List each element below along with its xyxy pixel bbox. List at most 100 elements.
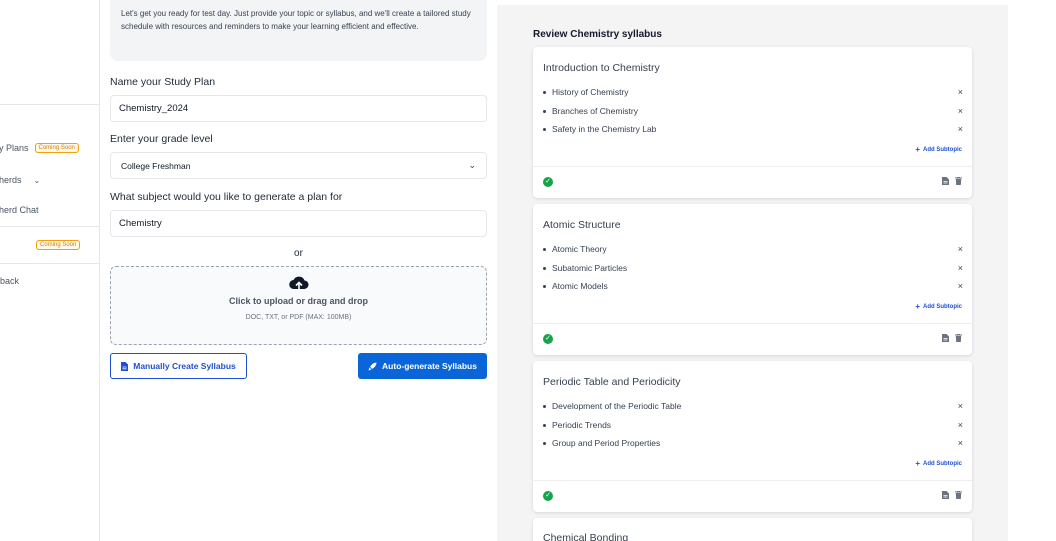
document-icon[interactable] <box>942 177 949 185</box>
subtopic-item: Branches of Chemistry × <box>543 106 963 116</box>
subject-value: Chemistry <box>119 218 162 229</box>
syllabus-card: Introduction to Chemistry History of Che… <box>533 47 972 198</box>
close-icon[interactable]: × <box>958 438 963 448</box>
grade-level-value: College Freshman <box>121 160 191 171</box>
chevron-down-icon: ⌄ <box>468 160 476 170</box>
study-plan-form: Let's get you ready for test day. Just p… <box>100 0 497 541</box>
subtopic-label: Periodic Trends <box>552 420 612 430</box>
add-subtopic-button[interactable]: + Add Subtopic <box>915 145 962 154</box>
sidebar-item-study-plans[interactable]: y Plans Coming Soon <box>0 143 79 153</box>
intro-text: Let's get you ready for test day. Just p… <box>110 0 487 61</box>
subtopic-item: Atomic Models × <box>543 281 963 291</box>
sidebar-item-label: y Plans <box>0 143 29 153</box>
bullet <box>543 441 546 445</box>
plus-icon: + <box>915 302 920 311</box>
close-icon[interactable]: × <box>958 401 963 411</box>
subtopic-label: Group and Period Properties <box>552 438 661 448</box>
close-icon[interactable]: × <box>958 87 963 97</box>
subtopic-item: Development of the Periodic Table × <box>543 401 963 411</box>
sidebar-divider <box>0 263 99 264</box>
check-icon: ✓ <box>543 177 553 187</box>
card-title: Periodic Table and Periodicity <box>543 376 681 388</box>
trash-icon[interactable] <box>955 177 962 185</box>
bullet <box>543 284 546 288</box>
bullet <box>543 109 546 113</box>
subtopic-label: Development of the Periodic Table <box>552 401 682 411</box>
subtopic-label: History of Chemistry <box>552 87 629 97</box>
sidebar-item-shepherd-chat[interactable]: herd Chat <box>0 205 39 215</box>
sidebar-item-label: herds <box>0 175 22 185</box>
grade-level-label: Enter your grade level <box>110 133 213 145</box>
document-icon[interactable] <box>942 334 949 342</box>
close-icon[interactable]: × <box>958 420 963 430</box>
chevron-down-icon: ⌄ <box>33 175 41 185</box>
trash-icon[interactable] <box>955 334 962 342</box>
coming-soon-badge: Coming Soon <box>36 240 81 250</box>
close-icon[interactable]: × <box>958 263 963 273</box>
subtopic-label: Subatomic Particles <box>552 263 628 273</box>
trash-icon[interactable] <box>955 491 962 499</box>
grade-level-select[interactable]: College Freshman ⌄ <box>110 152 487 179</box>
upload-hint: DOC, TXT, or PDF (MAX: 100MB) <box>245 314 352 321</box>
document-icon[interactable] <box>942 491 949 499</box>
close-icon[interactable]: × <box>958 106 963 116</box>
card-footer: ✓ <box>533 323 972 355</box>
sidebar-item-shepherds[interactable]: herds ⌄ <box>0 175 40 185</box>
or-divider-text: or <box>294 248 303 259</box>
manual-syllabus-label: Manually Create Syllabus <box>133 361 236 371</box>
subject-input[interactable]: Chemistry <box>110 210 487 237</box>
bullet <box>543 247 546 251</box>
card-title: Chemical Bonding <box>543 532 629 541</box>
card-actions <box>942 334 962 342</box>
close-icon[interactable]: × <box>958 124 963 134</box>
add-subtopic-label: Add Subtopic <box>923 146 962 153</box>
subtopic-label: Atomic Theory <box>552 244 607 254</box>
add-subtopic-button[interactable]: + Add Subtopic <box>915 302 962 311</box>
add-subtopic-button[interactable]: + Add Subtopic <box>915 459 962 468</box>
close-icon[interactable]: × <box>958 281 963 291</box>
subtopic-label: Safety in the Chemistry Lab <box>552 124 657 134</box>
bullet <box>543 404 546 408</box>
syllabus-review-panel: Review Chemistry syllabus Introduction t… <box>497 5 1008 541</box>
subtopic-item: Safety in the Chemistry Lab × <box>543 124 963 134</box>
subject-label: What subject would you like to generate … <box>110 191 343 203</box>
document-icon <box>121 361 129 371</box>
card-footer: ✓ <box>533 480 972 512</box>
sidebar-item-coming-soon[interactable]: Coming Soon <box>36 240 81 250</box>
syllabus-card: Periodic Table and Periodicity Developme… <box>533 361 972 512</box>
auto-generate-label: Auto-generate Syllabus <box>382 361 477 371</box>
sidebar-divider <box>0 226 99 227</box>
card-actions <box>942 177 962 185</box>
plus-icon: + <box>915 145 920 154</box>
sidebar: ry s hcards zes y Plans Coming Soon herd… <box>0 0 100 541</box>
file-upload-dropzone[interactable]: Click to upload or drag and drop DOC, TX… <box>110 266 487 345</box>
plan-name-label: Name your Study Plan <box>110 76 216 88</box>
subtopic-item: Atomic Theory × <box>543 244 963 254</box>
plan-name-input[interactable]: Chemistry_2024 <box>110 95 487 122</box>
plus-icon: + <box>915 459 920 468</box>
sidebar-divider <box>0 104 99 105</box>
bullet <box>543 127 546 131</box>
sidebar-item-feedback[interactable]: back <box>0 276 19 286</box>
card-title: Atomic Structure <box>543 219 621 231</box>
card-actions <box>942 491 962 499</box>
card-title: Introduction to Chemistry <box>543 62 660 74</box>
subtopic-item: Group and Period Properties × <box>543 438 963 448</box>
bullet <box>543 423 546 427</box>
subtopic-item: Periodic Trends × <box>543 420 963 430</box>
manual-syllabus-button[interactable]: Manually Create Syllabus <box>110 353 247 379</box>
check-icon: ✓ <box>543 491 553 501</box>
subtopic-item: History of Chemistry × <box>543 87 963 97</box>
auto-generate-button[interactable]: Auto-generate Syllabus <box>358 353 487 379</box>
subtopic-label: Branches of Chemistry <box>552 106 638 116</box>
upload-title: Click to upload or drag and drop <box>228 296 368 306</box>
sidebar-item-label: back <box>0 276 20 286</box>
sidebar-item-label: herd Chat <box>0 205 39 215</box>
cloud-upload-icon <box>289 276 309 291</box>
bullet <box>543 266 546 270</box>
subtopic-label: Atomic Models <box>552 281 608 291</box>
add-subtopic-label: Add Subtopic <box>923 460 962 467</box>
close-icon[interactable]: × <box>958 244 963 254</box>
card-footer: ✓ <box>533 166 972 198</box>
check-icon: ✓ <box>543 334 553 344</box>
